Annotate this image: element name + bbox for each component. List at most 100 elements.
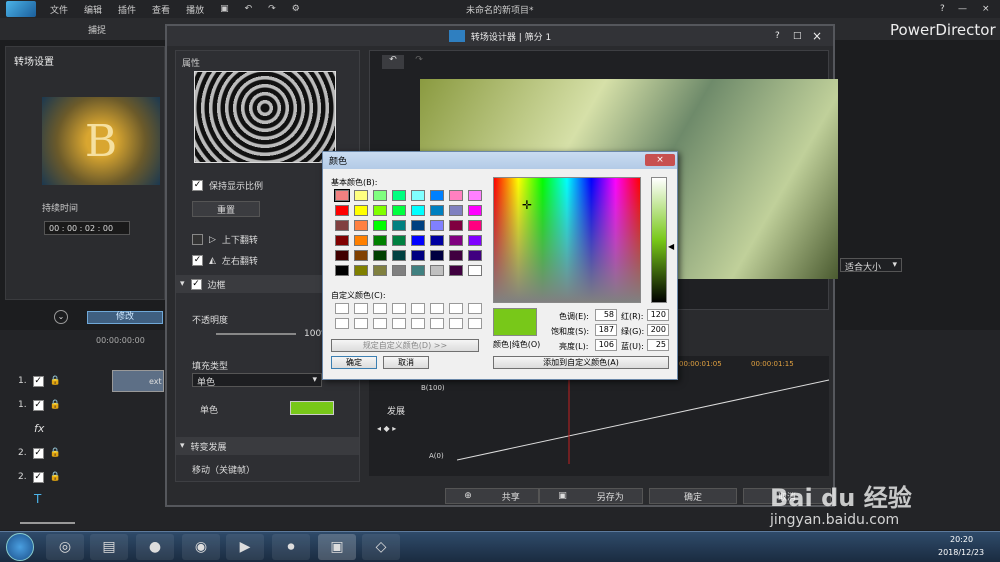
taskbar-firefox-icon[interactable]: ◉ xyxy=(182,534,220,560)
green-field[interactable]: 200 xyxy=(647,324,669,336)
custom-color-swatch[interactable] xyxy=(449,303,463,314)
taskbar-explorer-icon[interactable]: ▤ xyxy=(90,534,128,560)
basic-color-swatch[interactable] xyxy=(354,265,368,276)
basic-color-swatch[interactable] xyxy=(334,189,350,202)
basic-color-swatch[interactable] xyxy=(449,265,463,276)
color-dialog-close-icon[interactable]: × xyxy=(645,154,675,166)
custom-color-swatch[interactable] xyxy=(392,303,406,314)
basic-color-swatch[interactable] xyxy=(354,250,368,261)
basic-color-swatch[interactable] xyxy=(430,190,444,201)
basic-color-swatch[interactable] xyxy=(354,235,368,246)
basic-color-swatch[interactable] xyxy=(449,250,463,261)
basic-color-swatch[interactable] xyxy=(373,235,387,246)
zoom-slider[interactable] xyxy=(20,522,75,524)
ok-button[interactable]: 确定 xyxy=(649,488,737,504)
define-custom-button[interactable]: 规定自定义颜色(D) >> xyxy=(331,339,479,352)
basic-color-swatch[interactable] xyxy=(354,220,368,231)
basic-color-swatch[interactable] xyxy=(373,265,387,276)
basic-color-swatch[interactable] xyxy=(354,190,368,201)
custom-color-swatch[interactable] xyxy=(449,318,463,329)
basic-color-swatch[interactable] xyxy=(335,220,349,231)
basic-color-swatch[interactable] xyxy=(373,250,387,261)
undo-icon[interactable]: ↶ xyxy=(237,4,261,14)
custom-color-swatch[interactable] xyxy=(430,303,444,314)
basic-color-swatch[interactable] xyxy=(392,250,406,261)
undo-preview-icon[interactable]: ↶ xyxy=(382,55,404,69)
basic-color-swatch[interactable] xyxy=(392,220,406,231)
menu-edit[interactable]: 编辑 xyxy=(76,3,110,16)
reset-button[interactable]: 重置 xyxy=(192,201,260,217)
basic-color-swatch[interactable] xyxy=(373,220,387,231)
taskbar-360-icon[interactable]: ◎ xyxy=(46,534,84,560)
keep-ratio-checkbox[interactable]: ✓ xyxy=(192,180,203,191)
custom-color-swatch[interactable] xyxy=(335,318,349,329)
keyframe-nav[interactable]: ◂ ◆ ▸ xyxy=(377,424,396,433)
basic-color-swatch[interactable] xyxy=(468,205,482,216)
basic-color-swatch[interactable] xyxy=(392,235,406,246)
basic-color-swatch[interactable] xyxy=(430,250,444,261)
dialog-ok-button[interactable]: 确定 xyxy=(331,356,377,369)
start-button[interactable] xyxy=(6,533,34,561)
custom-color-swatch[interactable] xyxy=(468,303,482,314)
basic-color-swatch[interactable] xyxy=(392,265,406,276)
expand-icon[interactable]: ⌄ xyxy=(54,310,68,324)
minimize-icon[interactable]: — xyxy=(958,4,967,14)
basic-color-swatch[interactable] xyxy=(449,205,463,216)
progress-curve[interactable] xyxy=(457,372,837,472)
basic-color-swatch[interactable] xyxy=(411,205,425,216)
basic-color-swatch[interactable] xyxy=(430,265,444,276)
fill-color-swatch[interactable] xyxy=(290,401,334,415)
share-button[interactable]: ⊕ 共享 xyxy=(445,488,539,504)
custom-color-swatch[interactable] xyxy=(373,318,387,329)
taskbar-video-icon[interactable]: ▶ xyxy=(226,534,264,560)
duration-input[interactable]: 00 : 00 : 02 : 00 xyxy=(44,221,130,235)
flip-horizontal-row[interactable]: ✓ ◭ 左右翻转 xyxy=(192,254,258,267)
basic-color-swatch[interactable] xyxy=(449,220,463,231)
basic-color-swatch[interactable] xyxy=(468,220,482,231)
redo-icon[interactable]: ↷ xyxy=(260,4,284,14)
hue-field[interactable]: 58 xyxy=(595,309,617,321)
taskbar-powerdirector-icon[interactable]: ▣ xyxy=(318,534,356,560)
menu-plugins[interactable]: 插件 xyxy=(110,3,144,16)
basic-color-swatch[interactable] xyxy=(392,190,406,201)
taskbar-record-icon[interactable]: ⏺ xyxy=(272,534,310,560)
taskbar-qq-icon[interactable]: ● xyxy=(136,534,174,560)
help-icon[interactable]: ? xyxy=(940,4,945,14)
tab-capture[interactable]: 捕捉 xyxy=(88,23,106,36)
custom-color-swatch[interactable] xyxy=(373,303,387,314)
basic-color-swatch[interactable] xyxy=(411,265,425,276)
basic-color-swatch[interactable] xyxy=(354,205,368,216)
basic-color-swatch[interactable] xyxy=(468,250,482,261)
opacity-slider[interactable] xyxy=(216,333,296,335)
custom-color-swatch[interactable] xyxy=(411,303,425,314)
mask-preview[interactable] xyxy=(194,71,336,163)
redo-preview-icon[interactable]: ↷ xyxy=(408,55,430,69)
keep-ratio-row[interactable]: ✓ 保持显示比例 xyxy=(192,179,263,192)
dialog-cancel-button[interactable]: 取消 xyxy=(383,356,429,369)
add-custom-color-button[interactable]: 添加到自定义颜色(A) xyxy=(493,356,669,369)
fit-size-select[interactable]: 适合大小 ▾ xyxy=(840,258,902,273)
basic-color-swatch[interactable] xyxy=(468,235,482,246)
custom-color-swatch[interactable] xyxy=(468,318,482,329)
custom-color-swatch[interactable] xyxy=(354,318,368,329)
custom-color-swatch[interactable] xyxy=(411,318,425,329)
menu-file[interactable]: 文件 xyxy=(42,3,76,16)
basic-color-swatch[interactable] xyxy=(335,250,349,261)
basic-color-swatch[interactable] xyxy=(449,190,463,201)
basic-color-swatch[interactable] xyxy=(468,190,482,201)
basic-color-swatch[interactable] xyxy=(411,190,425,201)
luminance-bar[interactable] xyxy=(651,177,667,303)
basic-color-swatch[interactable] xyxy=(373,205,387,216)
lum-field[interactable]: 106 xyxy=(595,339,617,351)
designer-help-icon[interactable]: ? xyxy=(775,31,780,41)
modify-button[interactable]: 修改 xyxy=(87,311,163,324)
basic-color-swatch[interactable] xyxy=(449,235,463,246)
luminance-arrow-icon[interactable]: ◀ xyxy=(668,242,674,251)
basic-color-swatch[interactable] xyxy=(335,235,349,246)
fill-type-select[interactable]: 单色 ▾ xyxy=(192,373,322,388)
menu-view[interactable]: 查看 xyxy=(144,3,178,16)
basic-color-swatch[interactable] xyxy=(430,235,444,246)
taskbar-notes-icon[interactable]: ◇ xyxy=(362,534,400,560)
designer-restore-icon[interactable]: □ xyxy=(793,31,802,41)
basic-color-swatch[interactable] xyxy=(411,235,425,246)
